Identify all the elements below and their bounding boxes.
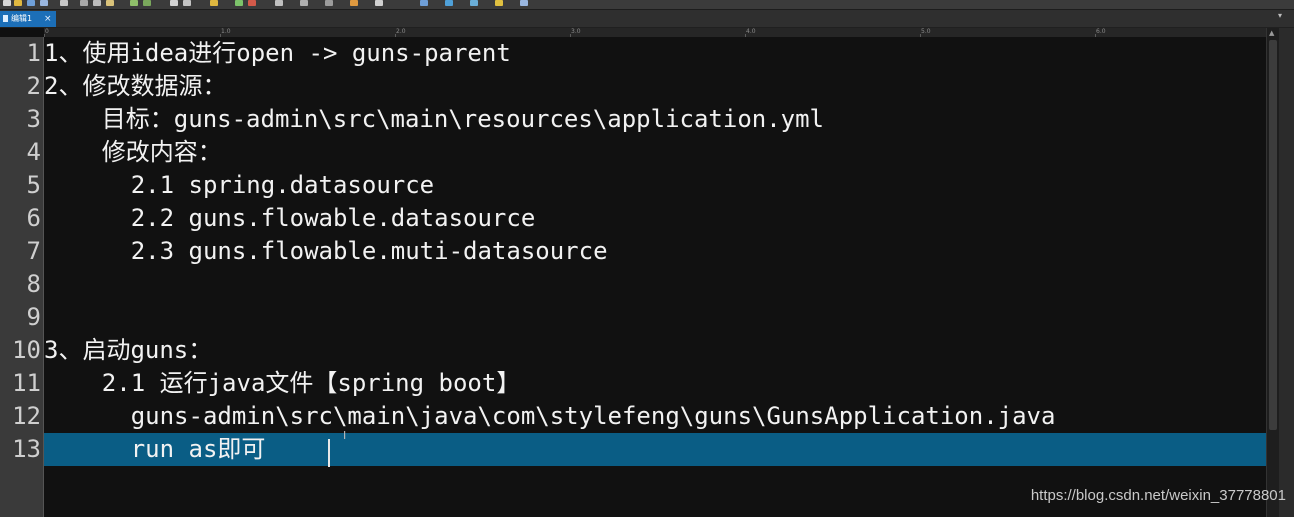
code-line[interactable] xyxy=(44,301,1266,334)
bookmark-icon[interactable] xyxy=(210,0,218,6)
close-icon[interactable]: × xyxy=(44,11,52,27)
save-icon[interactable] xyxy=(27,0,35,6)
ruler-mark: 2.0 xyxy=(396,28,406,35)
editor-text-area[interactable]: 1、使用idea进行open -> guns-parent 2、修改数据源： 目标… xyxy=(44,37,1266,517)
code-line[interactable]: 2、修改数据源： xyxy=(44,70,1266,103)
scroll-up-arrow-icon[interactable]: ▲ xyxy=(1269,29,1274,37)
line-number: 4 xyxy=(26,138,41,166)
cut-icon[interactable] xyxy=(80,0,88,6)
ruler-mark: 3.0 xyxy=(571,28,581,35)
ruler-mark: 1.0 xyxy=(221,28,231,35)
help-icon[interactable] xyxy=(445,0,453,6)
word-wrap-icon[interactable] xyxy=(325,0,333,6)
code-line[interactable]: 3、启动guns： xyxy=(44,334,1266,367)
ruler-mark: 0 xyxy=(45,28,49,35)
code-line[interactable]: 修改内容： xyxy=(44,136,1266,169)
tools-icon[interactable] xyxy=(495,0,503,6)
mouse-ibeam-cursor-icon: I xyxy=(343,429,347,442)
line-number: 11 xyxy=(12,369,41,397)
line-number: 8 xyxy=(26,270,41,298)
line-number: 13 xyxy=(12,435,41,463)
format-icon[interactable] xyxy=(350,0,358,6)
line-number: 9 xyxy=(26,303,41,331)
ftp-icon[interactable] xyxy=(470,0,478,6)
scrollbar-thumb[interactable] xyxy=(1269,40,1277,430)
open-file-icon[interactable] xyxy=(14,0,22,6)
code-line[interactable]: 1、使用idea进行open -> guns-parent xyxy=(44,37,1266,70)
ruler-mark: 5.0 xyxy=(921,28,931,35)
window-right-edge xyxy=(1279,28,1294,517)
line-number: 5 xyxy=(26,171,41,199)
undo-icon[interactable] xyxy=(130,0,138,6)
run-icon[interactable] xyxy=(235,0,243,6)
line-number-gutter: 1 2 3 4 5 6 7 8 9 10 11 12 13 xyxy=(0,37,44,517)
text-caret xyxy=(328,439,330,467)
redo-icon[interactable] xyxy=(143,0,151,6)
code-line[interactable]: 目标：guns-admin\src\main\resources\applica… xyxy=(44,103,1266,136)
line-number: 12 xyxy=(12,402,41,430)
copy-icon[interactable] xyxy=(93,0,101,6)
paste-icon[interactable] xyxy=(106,0,114,6)
document-icon xyxy=(3,15,8,22)
ruler-mark: 6.0 xyxy=(1096,28,1106,35)
save-all-icon[interactable] xyxy=(40,0,48,6)
code-line[interactable]: 2.2 guns.flowable.datasource xyxy=(44,202,1266,235)
line-number: 1 xyxy=(26,39,41,67)
compare-icon[interactable] xyxy=(375,0,383,6)
tab-list-dropdown-icon[interactable]: ▾ xyxy=(1278,11,1282,20)
code-line[interactable]: 2.3 guns.flowable.muti-datasource xyxy=(44,235,1266,268)
code-line[interactable]: 2.1 spring.datasource xyxy=(44,169,1266,202)
script-icon[interactable] xyxy=(520,0,528,6)
line-number: 10 xyxy=(12,336,41,364)
code-line[interactable]: 2.1 运行java文件【spring boot】 xyxy=(44,367,1266,400)
tab-title: 编辑1 xyxy=(11,14,33,23)
code-line[interactable]: guns-admin\src\main\java\com\stylefeng\g… xyxy=(44,400,1266,433)
toolbar xyxy=(0,0,1294,10)
current-code-line[interactable]: run as即可 xyxy=(44,433,1266,466)
new-file-icon[interactable] xyxy=(3,0,11,6)
code-line[interactable] xyxy=(44,268,1266,301)
tab-bar: 编辑1 × ▾ xyxy=(0,10,1294,28)
macro-icon[interactable] xyxy=(275,0,283,6)
line-number: 3 xyxy=(26,105,41,133)
vertical-scrollbar[interactable]: ▲ xyxy=(1266,28,1279,517)
line-number: 6 xyxy=(26,204,41,232)
column-mode-icon[interactable] xyxy=(300,0,308,6)
find-icon[interactable] xyxy=(170,0,178,6)
stop-icon[interactable] xyxy=(248,0,256,6)
watermark: https://blog.csdn.net/weixin_37778801 xyxy=(1030,487,1286,504)
line-number: 2 xyxy=(26,72,41,100)
replace-icon[interactable] xyxy=(183,0,191,6)
tab-edit1[interactable]: 编辑1 × xyxy=(0,11,56,27)
settings-icon[interactable] xyxy=(420,0,428,6)
ruler-mark: 4.0 xyxy=(746,28,756,35)
print-icon[interactable] xyxy=(60,0,68,6)
line-number: 7 xyxy=(26,237,41,265)
